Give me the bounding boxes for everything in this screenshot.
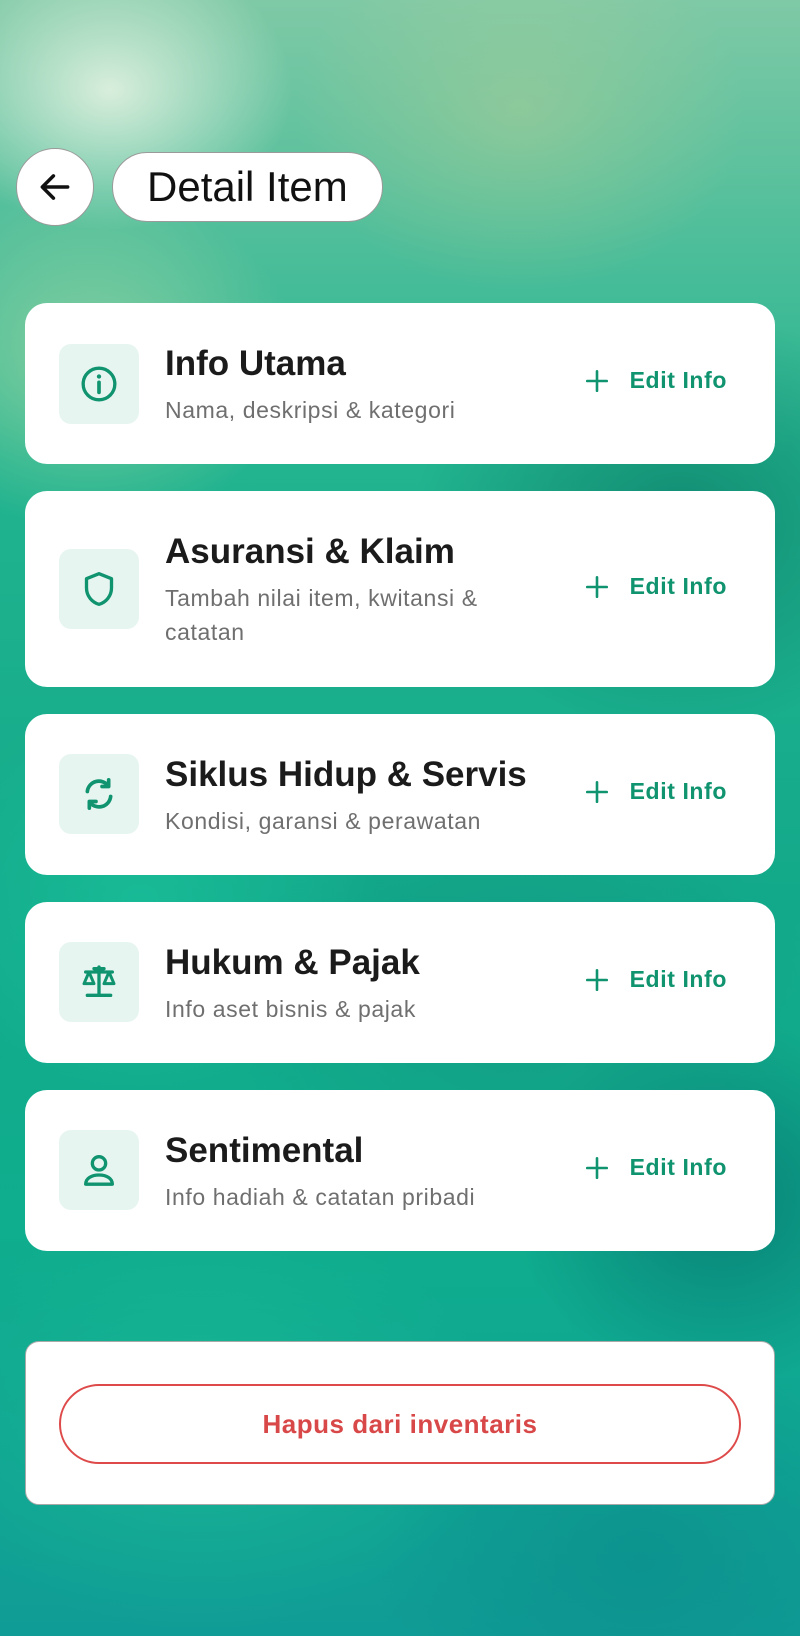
person-icon bbox=[84, 1155, 115, 1186]
edit-info-label: Edit Info bbox=[629, 966, 727, 992]
edit-info-button[interactable]: Edit Info bbox=[584, 1154, 727, 1181]
section-text: Asuransi & Klaim Tambah nilai item, kwit… bbox=[165, 531, 525, 649]
edit-info-label: Edit Info bbox=[629, 367, 727, 393]
section-title: Siklus Hidup & Servis bbox=[165, 755, 527, 794]
edit-info-label: Edit Info bbox=[629, 778, 727, 804]
danger-zone-card: Hapus dari inventaris bbox=[25, 1341, 775, 1505]
refresh-icon bbox=[85, 778, 113, 810]
section-card-siklus-hidup: Siklus Hidup & Servis Kondisi, garansi &… bbox=[25, 714, 775, 875]
section-subtitle: Info aset bisnis & pajak bbox=[165, 996, 416, 1022]
edit-info-button[interactable]: Edit Info bbox=[584, 778, 727, 805]
plus-icon bbox=[585, 968, 608, 991]
edit-info-button[interactable]: Edit Info bbox=[584, 367, 727, 394]
section-subtitle: Tambah nilai item, kwitansi & catatan bbox=[165, 585, 478, 645]
section-icon-box bbox=[59, 343, 139, 424]
plus-icon bbox=[585, 575, 608, 598]
section-icon-box bbox=[59, 754, 139, 834]
section-card-info-utama: Info Utama Nama, deskripsi & kategori Ed… bbox=[25, 303, 775, 464]
section-card-hukum-pajak: Hukum & Pajak Info aset bisnis & pajak E… bbox=[25, 902, 775, 1063]
edit-info-label: Edit Info bbox=[629, 573, 727, 599]
section-icon-box bbox=[59, 942, 139, 1022]
info-icon bbox=[81, 366, 117, 401]
section-text: Hukum & Pajak Info aset bisnis & pajak bbox=[165, 942, 525, 1026]
page-title: Detail Item bbox=[112, 152, 383, 222]
section-text: Info Utama Nama, deskripsi & kategori bbox=[165, 343, 525, 427]
section-icon-box bbox=[59, 549, 139, 629]
section-title: Info Utama bbox=[165, 344, 346, 383]
plus-icon bbox=[585, 369, 608, 392]
section-subtitle: Nama, deskripsi & kategori bbox=[165, 397, 456, 423]
back-button[interactable] bbox=[16, 148, 94, 226]
scale-icon bbox=[82, 965, 116, 997]
section-title: Hukum & Pajak bbox=[165, 943, 420, 982]
edit-info-label: Edit Info bbox=[629, 1154, 727, 1180]
plus-icon bbox=[585, 1156, 608, 1179]
section-title: Asuransi & Klaim bbox=[165, 532, 455, 571]
plus-icon bbox=[585, 780, 608, 803]
shield-icon bbox=[84, 572, 114, 606]
section-subtitle: Kondisi, garansi & perawatan bbox=[165, 808, 481, 834]
app-bar: Detail Item bbox=[16, 148, 383, 226]
section-card-asuransi-klaim: Asuransi & Klaim Tambah nilai item, kwit… bbox=[25, 491, 775, 687]
section-card-sentimental: Sentimental Info hadiah & catatan pribad… bbox=[25, 1090, 775, 1251]
delete-from-inventory-button[interactable]: Hapus dari inventaris bbox=[59, 1384, 741, 1464]
edit-info-button[interactable]: Edit Info bbox=[584, 966, 727, 993]
arrow-left-icon bbox=[40, 174, 70, 200]
section-text: Sentimental Info hadiah & catatan pribad… bbox=[165, 1130, 525, 1214]
edit-info-button[interactable]: Edit Info bbox=[584, 573, 727, 600]
section-text: Siklus Hidup & Servis Kondisi, garansi &… bbox=[165, 754, 545, 838]
section-icon-box bbox=[59, 1130, 139, 1210]
section-title: Sentimental bbox=[165, 1131, 364, 1170]
section-subtitle: Info hadiah & catatan pribadi bbox=[165, 1184, 476, 1210]
